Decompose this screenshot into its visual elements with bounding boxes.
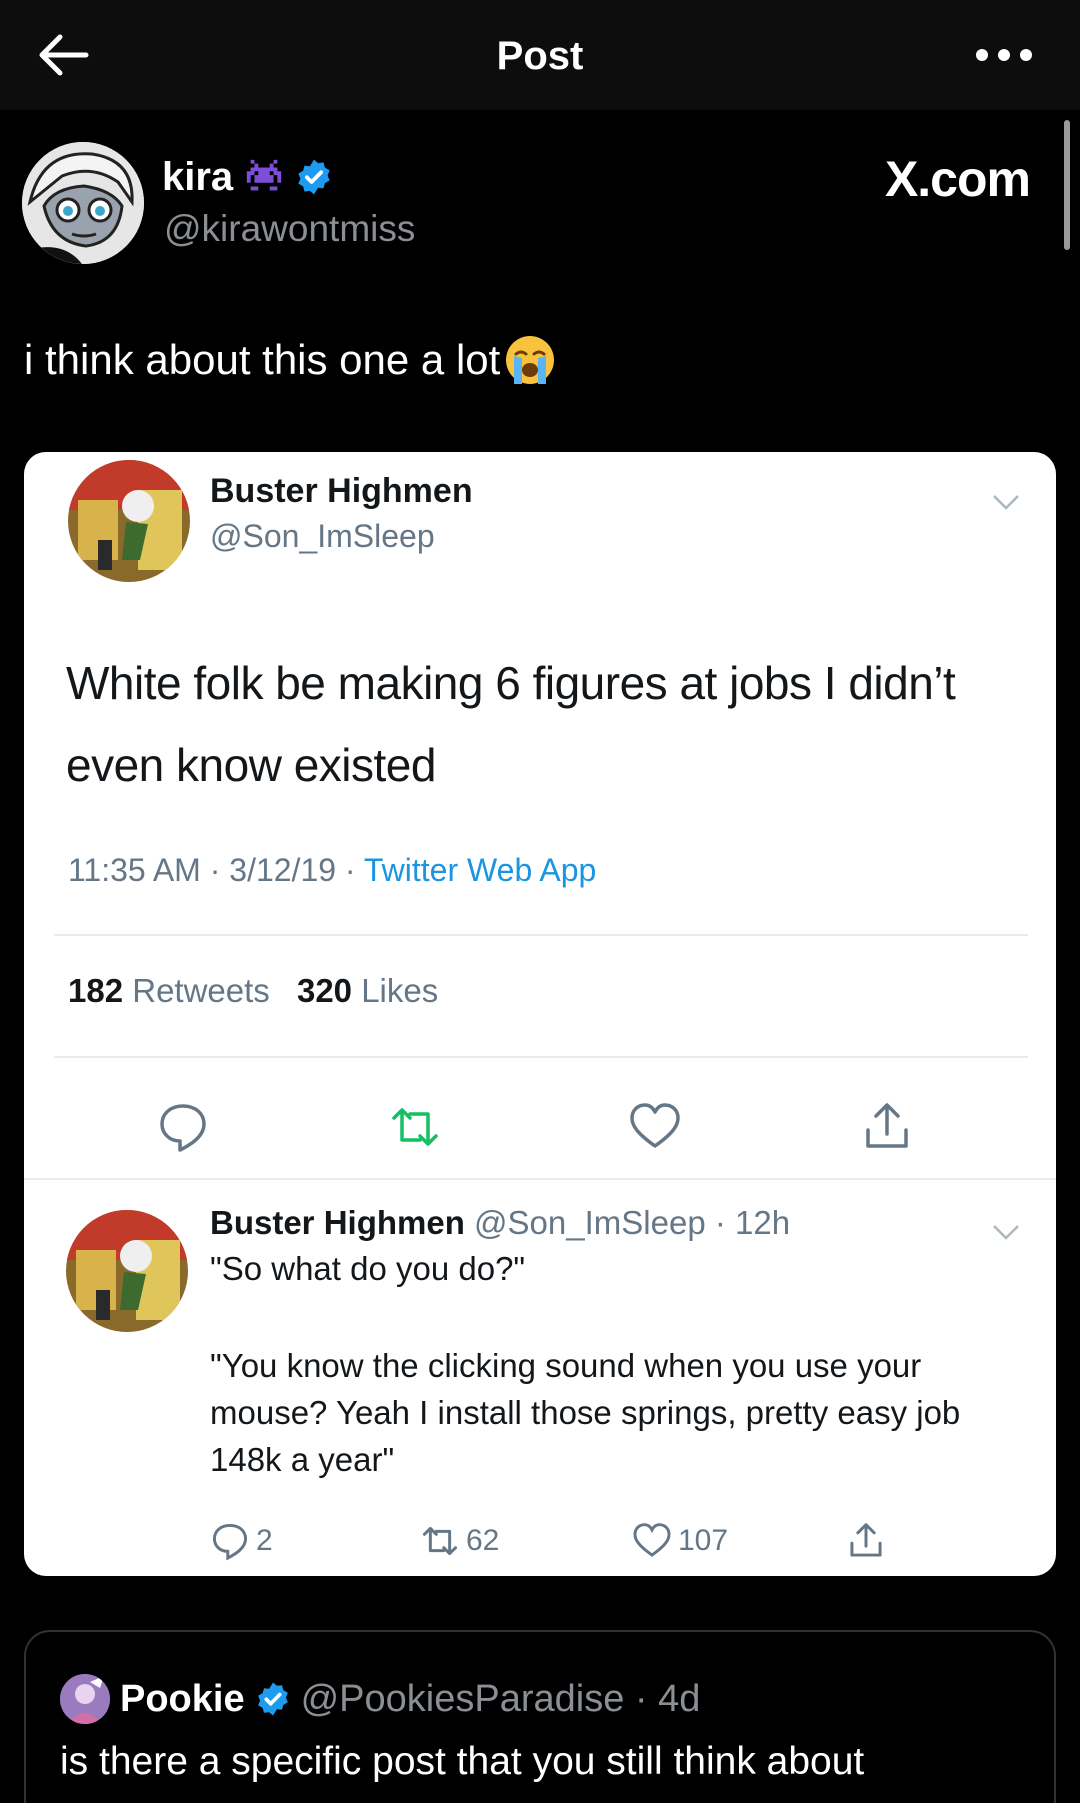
screenshot-source: Twitter Web App [363, 852, 597, 888]
reply-avatar [66, 1210, 188, 1332]
quote-handle-time: @PookiesParadise · 4d [300, 1677, 701, 1720]
reply-body: "You know the clicking sound when you us… [210, 1347, 961, 1478]
quote-name: Pookie [120, 1677, 245, 1720]
screenshot-handle: @Son_ImSleep [210, 518, 435, 554]
top-bar: Post [0, 0, 1080, 110]
chevron-down-icon [993, 495, 1019, 510]
reply-handle-time: @Son_ImSleep · 12h [474, 1204, 791, 1241]
screenshot-stats: 182 Retweets 320 Likes [68, 972, 438, 1010]
share-icon [850, 1523, 882, 1557]
alien-monster-icon [246, 159, 282, 191]
screenshot-timestamp: 11:35 AM · 3/12/19 · [68, 852, 364, 888]
page-title: Post [496, 34, 584, 78]
post-text: i think about this one a lot [24, 334, 556, 386]
more-options-icon[interactable] [974, 40, 1034, 70]
chevron-down-icon [993, 1225, 1019, 1240]
retweets-label: Retweets [132, 972, 270, 1009]
post-text-content: i think about this one a lot [24, 336, 501, 383]
likes-count: 320 [296, 972, 353, 1009]
quote-avatar [60, 1674, 110, 1724]
reply-icon [160, 1104, 206, 1152]
quote-text: is there a specific post that you still … [60, 1740, 865, 1783]
quote-header: Pookie @PookiesParadise · 4d [120, 1672, 700, 1726]
screenshot-meta: 11:35 AM · 3/12/19 · Twitter Web App [68, 852, 596, 889]
share-icon [866, 1103, 908, 1148]
reply-retweets-count: 62 [466, 1524, 500, 1557]
reply-like-action: 107 [632, 1518, 728, 1564]
heart-icon [630, 1103, 680, 1148]
reply-icon [212, 1523, 248, 1561]
quoted-post[interactable]: Pookie @PookiesParadise · 4d is there a … [24, 1630, 1056, 1803]
brand-watermark: X.com [884, 151, 1031, 207]
screenshot-avatar [68, 460, 190, 582]
author-avatar[interactable] [22, 142, 144, 264]
reply-likes-count: 107 [678, 1524, 729, 1557]
verified-badge-icon [298, 159, 330, 195]
author-handle[interactable]: @kirawontmiss [164, 208, 415, 250]
author-name[interactable]: kira [162, 155, 233, 200]
reply-header: Buster Highmen @Son_ImSleep · 12h [210, 1204, 790, 1242]
embedded-screenshot-card[interactable]: Buster Highmen @Son_ImSleep White folk b… [24, 452, 1056, 1576]
screenshot-name: Buster Highmen [210, 472, 473, 510]
reply-share-action [846, 1518, 886, 1564]
author-name-row: kira [162, 152, 333, 202]
screenshot-tweet-text: White folk be making 6 figures at jobs I… [66, 657, 956, 791]
likes-label: Likes [361, 972, 439, 1009]
thread-divider [24, 1178, 1056, 1180]
divider [54, 1056, 1028, 1058]
loudly-crying-face-icon [506, 336, 555, 384]
retweets-count: 182 [68, 972, 124, 1009]
retweet-icon [392, 1108, 438, 1146]
divider [54, 934, 1028, 936]
reply-reply-action: 2 [210, 1518, 273, 1564]
scrollbar[interactable] [1064, 120, 1070, 250]
reply-quote-line: "So what do you do?" [210, 1250, 526, 1287]
reply-retweet-action: 62 [420, 1518, 499, 1564]
verified-badge-icon [257, 1682, 288, 1716]
reply-name: Buster Highmen [210, 1204, 465, 1241]
reply-replies-count: 2 [256, 1524, 273, 1557]
retweet-icon [422, 1526, 458, 1556]
heart-icon [633, 1523, 671, 1557]
